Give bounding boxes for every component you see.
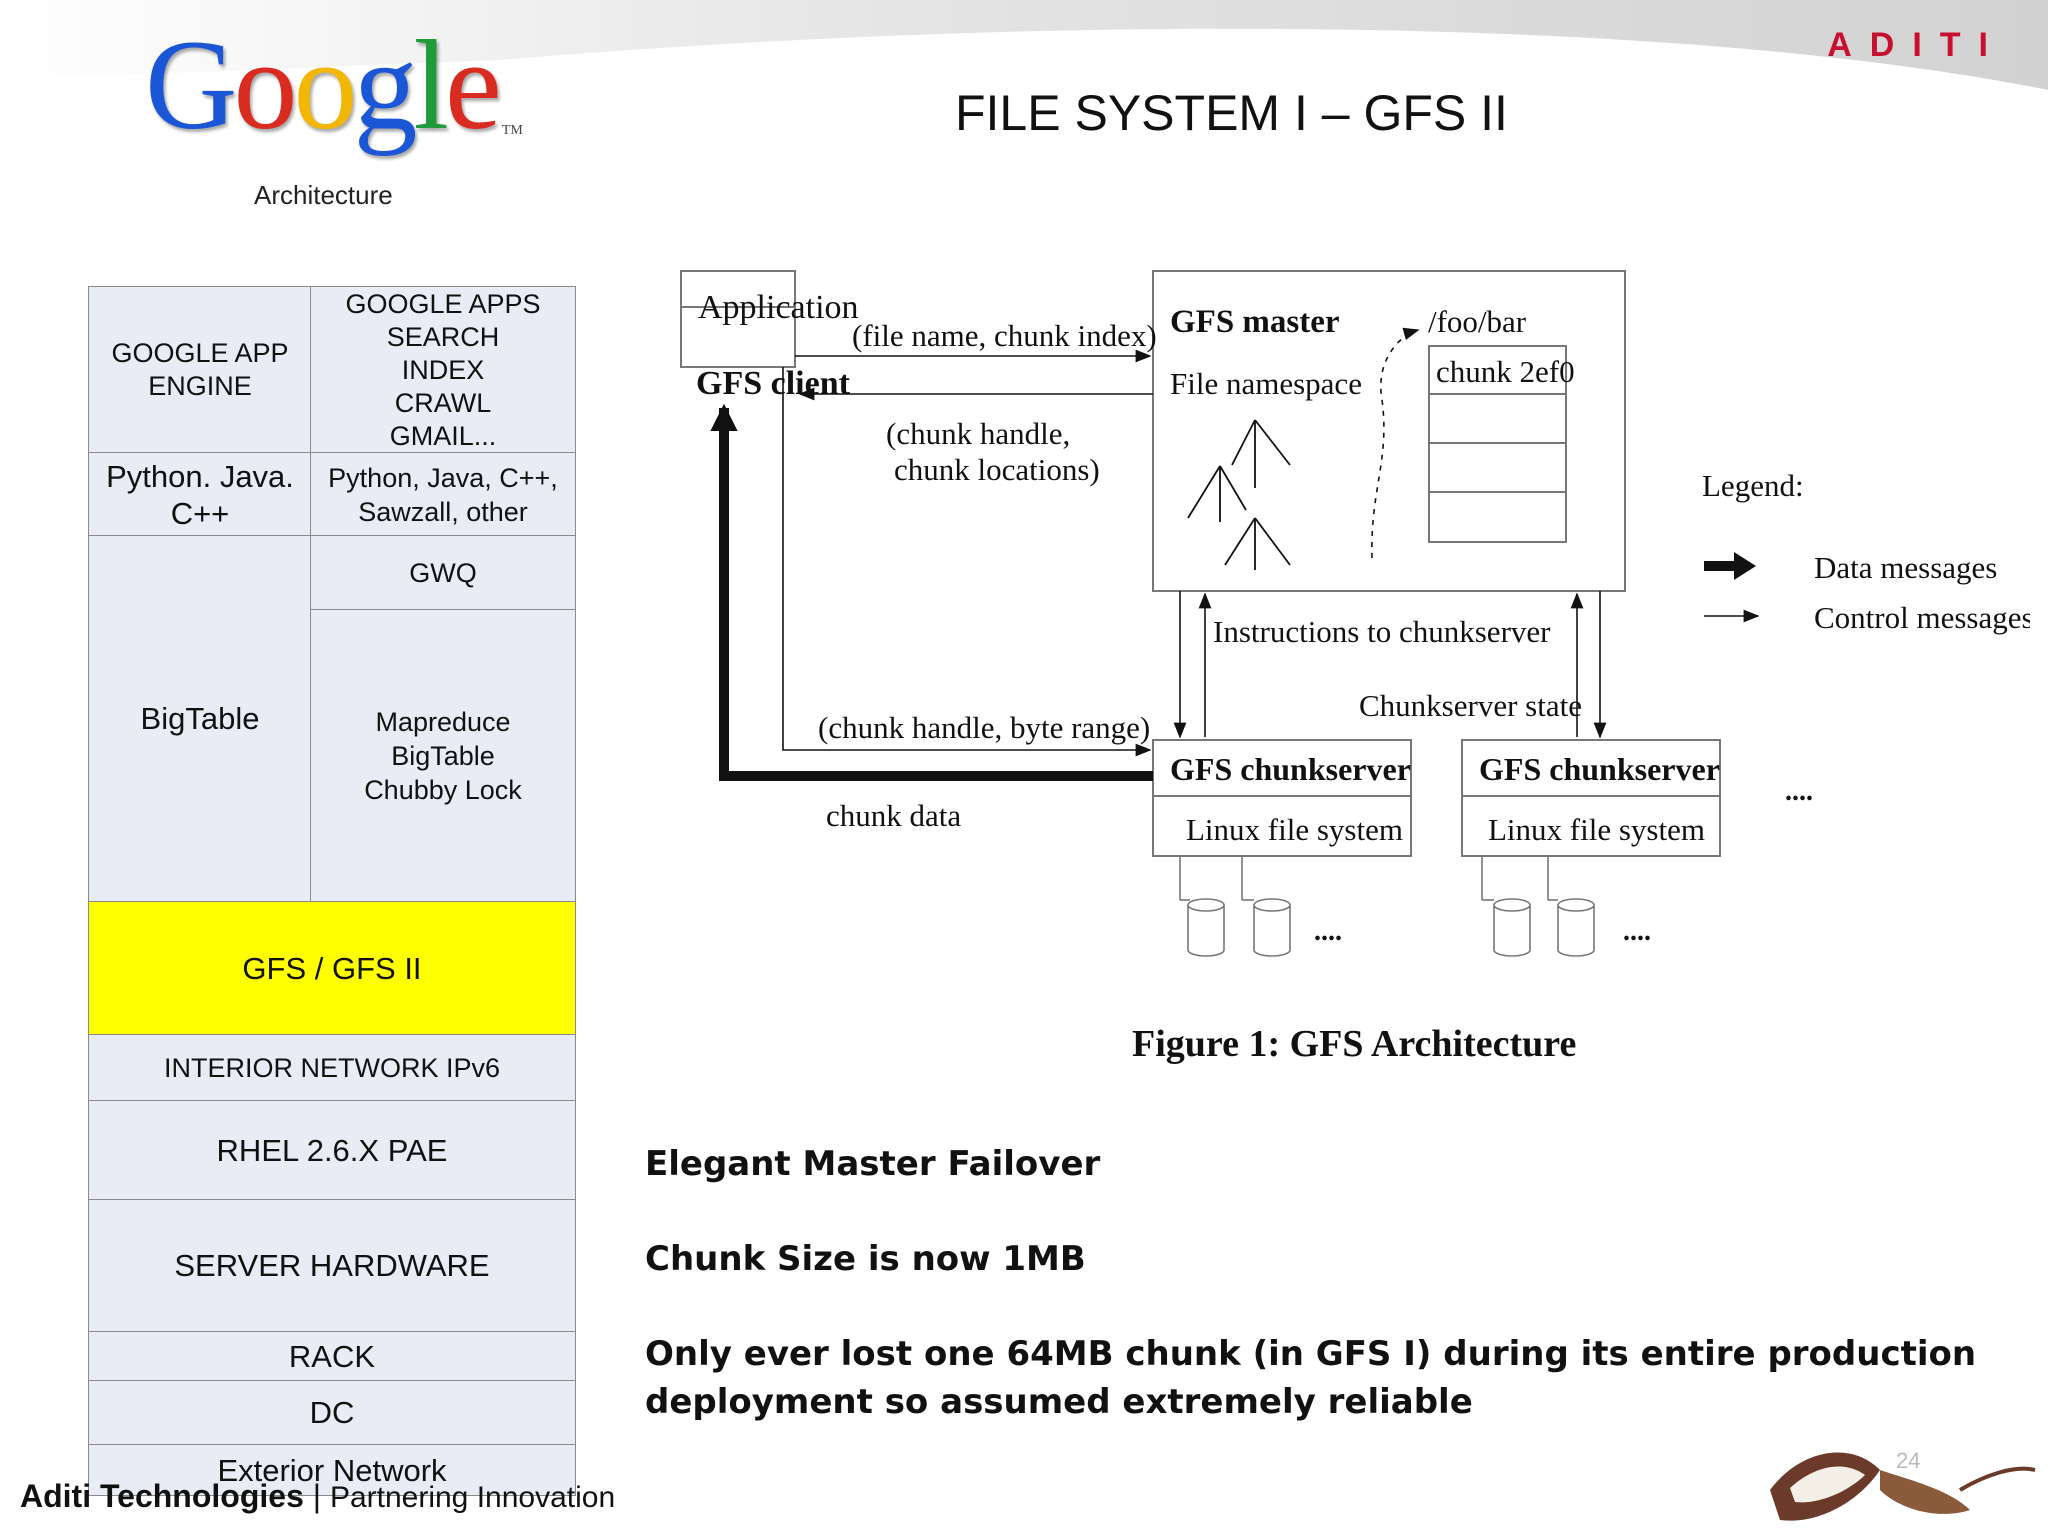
- gfs-master-label: GFS master: [1170, 304, 1340, 340]
- disk-ellipsis-2: ....: [1623, 916, 1651, 947]
- gfs-architecture-diagram: Application GFS client (file name, chunk…: [680, 270, 2030, 1065]
- stack-cell-rhel: RHEL 2.6.X PAE: [88, 1100, 576, 1201]
- disk-icon: [1179, 856, 1225, 957]
- stack-cell-interior-network: INTERIOR NETWORK IPv6: [88, 1034, 576, 1102]
- aditi-logo: ADITI: [1827, 26, 2006, 64]
- key-point: Elegant Master Failover: [645, 1144, 1101, 1184]
- cell-line: DC: [309, 1395, 355, 1430]
- cell-line: GMAIL...: [389, 420, 497, 451]
- google-logo: Google TM: [145, 10, 545, 160]
- request-label: (file name, chunk index): [852, 318, 1157, 353]
- cell-line: BigTable: [391, 741, 495, 771]
- footer-tagline: Partnering Innovation: [329, 1481, 616, 1514]
- file-namespace-label: File namespace: [1170, 366, 1362, 401]
- figure-caption: Figure 1: GFS Architecture: [1132, 1023, 1576, 1065]
- cell-line: RACK: [288, 1338, 376, 1374]
- legend-data-label: Data messages: [1814, 550, 1997, 585]
- reply-label-line1: (chunk handle,: [886, 416, 1070, 451]
- footer: Aditi Technologies | Partnering Innovati…: [20, 1478, 615, 1515]
- reply-label-line2: chunk locations): [894, 452, 1100, 487]
- cell-line: GWQ: [409, 557, 477, 588]
- cell-line: RHEL 2.6.X PAE: [216, 1132, 448, 1168]
- chunk-data-label: chunk data: [826, 798, 961, 833]
- stack-cell-app-engine: GOOGLE APP ENGINE: [88, 286, 312, 454]
- key-point: Only ever lost one 64MB chunk (in GFS I)…: [645, 1334, 1977, 1422]
- disk-icon: [1241, 856, 1291, 957]
- cell-line: Python, Java, C++,: [328, 462, 558, 493]
- linux-fs-label-1: Linux file system: [1186, 812, 1403, 847]
- cell-line: Python. Java.: [106, 458, 294, 494]
- stack-cell-gwq: GWQ: [310, 535, 576, 611]
- gfs-client-label: GFS client: [696, 365, 851, 402]
- linux-fs-label-2: Linux file system: [1488, 812, 1705, 847]
- foo-bar-label: /foo/bar: [1428, 304, 1527, 339]
- logo-letter: o: [293, 14, 357, 156]
- stack-cell-bigtable: BigTable: [88, 535, 312, 903]
- logo-letter: e: [445, 14, 502, 156]
- read-request-label: (chunk handle, byte range): [818, 710, 1150, 745]
- cell-line: GOOGLE APPS: [345, 288, 541, 319]
- logo-trademark: TM: [501, 123, 523, 138]
- legend-title: Legend:: [1702, 468, 1804, 503]
- application-label: Application: [698, 289, 859, 326]
- key-point: Chunk Size is now 1MB: [645, 1239, 1086, 1279]
- cell-line: CRAWL: [394, 387, 492, 418]
- cell-line: BigTable: [140, 701, 260, 736]
- footer-separator: |: [312, 1478, 322, 1514]
- cell-line: INTERIOR NETWORK IPv6: [163, 1052, 501, 1083]
- cell-line: ENGINE: [148, 371, 252, 401]
- instructions-label: Instructions to chunkserver: [1213, 614, 1551, 649]
- cell-line: INDEX: [401, 354, 485, 385]
- stack-cell-server-hardware: SERVER HARDWARE: [88, 1199, 576, 1333]
- stack-cell-services: Mapreduce BigTable Chubby Lock: [310, 609, 576, 903]
- cell-line: GFS / GFS II: [242, 950, 422, 986]
- chunk-2ef0-label: chunk 2ef0: [1436, 354, 1575, 389]
- disk-icon: [1481, 856, 1531, 957]
- stack-cell-languages-detail: Python, Java, C++, Sawzall, other: [310, 452, 576, 537]
- logo-letter: o: [233, 14, 297, 156]
- cell-line: Chubby Lock: [364, 775, 522, 805]
- cell-line: SERVER HARDWARE: [174, 1248, 490, 1283]
- chunkserver-ellipsis: ....: [1785, 776, 1813, 807]
- logo-letter: G: [145, 14, 237, 156]
- key-points: Elegant Master Failover Chunk Size is no…: [645, 1140, 2045, 1473]
- architecture-stack: GOOGLE APP ENGINE GOOGLE APPS SEARCH IND…: [88, 286, 576, 1496]
- disk-ellipsis-1: ....: [1314, 916, 1342, 947]
- cell-line: Sawzall, other: [358, 496, 528, 527]
- cell-line: GOOGLE APP: [111, 338, 289, 368]
- legend-control-label: Control messages: [1814, 600, 2030, 635]
- stack-cell-rack: RACK: [88, 1331, 576, 1382]
- slide-title: FILE SYSTEM I – GFS II: [955, 85, 1508, 141]
- chunkserver-label-1: GFS chunkserver: [1170, 751, 1411, 787]
- cell-line: C++: [170, 495, 230, 531]
- cell-line: SEARCH: [386, 321, 500, 352]
- stack-cell-dc: DC: [88, 1380, 576, 1446]
- stack-cell-google-apps: GOOGLE APPS SEARCH INDEX CRAWL GMAIL...: [310, 286, 576, 454]
- cell-line: Mapreduce: [375, 707, 511, 737]
- logo-letter: l: [413, 14, 449, 156]
- chunkserver-state-label: Chunkserver state: [1359, 688, 1582, 723]
- legend-data-icon: [1704, 552, 1756, 580]
- stack-cell-languages: Python. Java. C++: [88, 452, 312, 537]
- disk-icon: [1547, 856, 1595, 957]
- butterfly-icon: [1770, 1452, 2036, 1521]
- logo-letter: g: [353, 14, 417, 156]
- stack-cell-gfs: GFS / GFS II: [88, 901, 576, 1036]
- footer-brand: Aditi Technologies: [20, 1478, 304, 1514]
- logo-subtitle: Architecture: [254, 180, 393, 210]
- chunkserver-label-2: GFS chunkserver: [1479, 751, 1720, 787]
